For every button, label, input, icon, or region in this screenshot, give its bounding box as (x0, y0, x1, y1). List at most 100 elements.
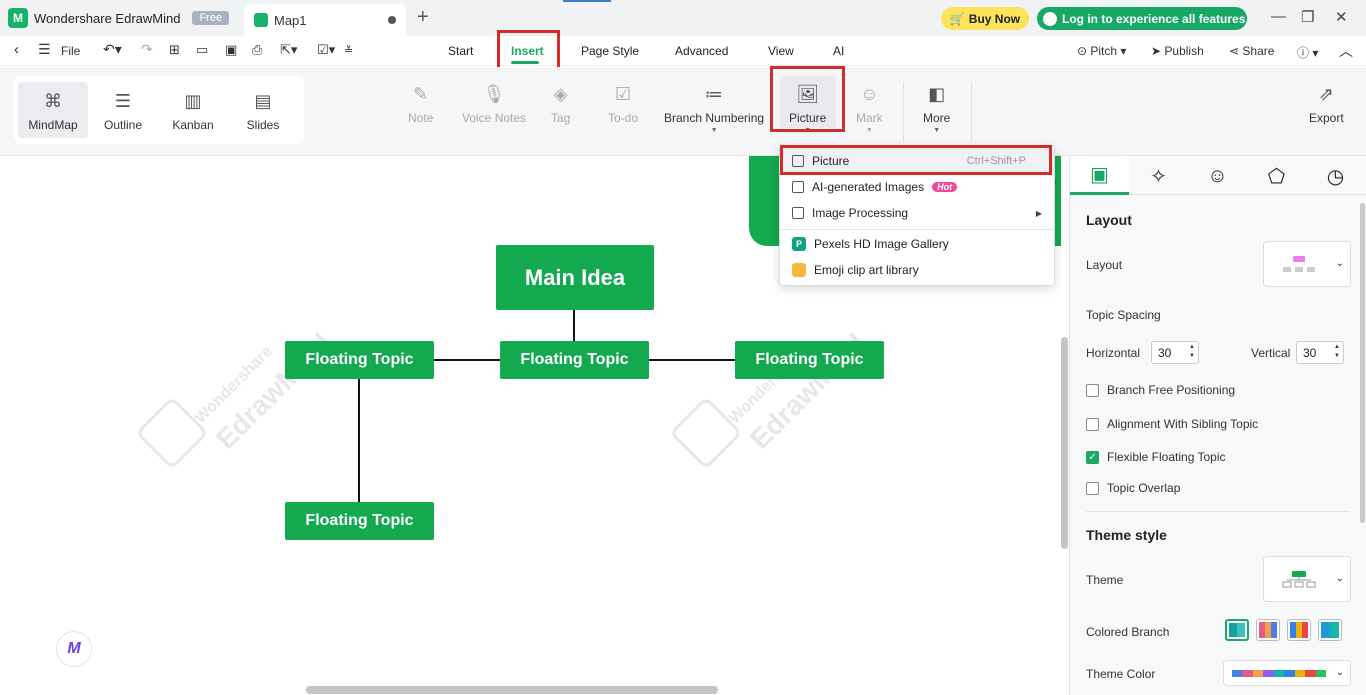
menu-item-ai-images[interactable]: AI-generated Images Hot (780, 174, 1054, 200)
vertical-spacing-input[interactable]: 30 ▲ ▼ (1296, 341, 1344, 364)
colored-branch-option[interactable] (1225, 619, 1249, 641)
hamburger-menu-icon[interactable]: ☰ (38, 41, 51, 58)
tag-icon: ◈ (553, 84, 568, 104)
new-tab-plus-icon[interactable]: + (417, 6, 429, 29)
export-button[interactable]: ⇗ Export (1309, 85, 1344, 125)
menu-item-emoji[interactable]: Emoji clip art library (780, 257, 1054, 283)
theme-color-chip (1273, 670, 1285, 677)
document-tab[interactable]: Map1 (244, 4, 406, 36)
publish-button[interactable]: ➤ Publish (1151, 44, 1204, 58)
tab-ai-sparkle-icon[interactable]: ✧ (1129, 157, 1188, 195)
collapse-ribbon-icon[interactable]: ︿ (1339, 41, 1353, 61)
slides-icon: ▤ (254, 91, 272, 111)
customize-caret-icon[interactable]: ≚ (344, 44, 353, 57)
view-outline-button[interactable]: ☰ Outline (88, 82, 158, 138)
chevron-down-icon: ⌄ (1335, 258, 1344, 269)
unsaved-dot-icon[interactable] (388, 16, 396, 24)
floating-topic[interactable]: Floating Topic (735, 341, 884, 379)
save-icon[interactable]: ▣ (225, 42, 237, 58)
buy-now-button[interactable]: 🛒 Buy Now (941, 7, 1029, 30)
voice-notes-button[interactable]: 🎙 Voice Notes (462, 85, 526, 125)
redo-icon[interactable]: ↷ (141, 41, 153, 58)
menu-divider (780, 229, 1054, 230)
branch-free-checkbox[interactable]: Branch Free Positioning (1086, 383, 1235, 397)
theme-color-chip (1232, 670, 1243, 677)
branch-numbering-caret-icon[interactable]: ▼ (711, 127, 718, 134)
view-slides-button[interactable]: ▤ Slides (228, 82, 298, 138)
view-kanban-button[interactable]: ▥ Kanban (158, 82, 228, 138)
theme-color-chip (1305, 670, 1316, 677)
checkbox-box[interactable] (1086, 481, 1099, 495)
tab-page-style[interactable]: Page Style (581, 44, 639, 58)
horizontal-scrollbar[interactable] (306, 686, 718, 694)
back-arrow-icon[interactable]: ‹ (14, 41, 19, 58)
tab-clipart-icon[interactable]: ⬠ (1247, 157, 1306, 195)
open-folder-icon[interactable]: ▭ (196, 42, 208, 58)
horizontal-spacing-input[interactable]: 30 ▲ ▼ (1151, 341, 1199, 364)
spinner-arrows-icon[interactable]: ▲ ▼ (1334, 343, 1340, 361)
view-mindmap-button[interactable]: ⌘ MindMap (18, 82, 88, 138)
connector-line (573, 309, 575, 341)
menu-item-pexels[interactable]: P Pexels HD Image Gallery (780, 231, 1054, 257)
help-icon[interactable]: ⓘ ▾ (1297, 44, 1318, 61)
tab-mark-smiley-icon[interactable]: ☺ (1188, 157, 1247, 195)
undo-icon[interactable]: ↶▾ (103, 41, 122, 58)
ai-assistant-icon[interactable]: M (56, 631, 92, 667)
layout-select[interactable]: ⌄ (1263, 241, 1351, 287)
colored-branch-label: Colored Branch (1086, 625, 1170, 639)
minimize-icon[interactable]: — (1271, 8, 1286, 25)
close-icon[interactable]: ✕ (1335, 8, 1348, 26)
share-button[interactable]: ⋖ Share (1229, 44, 1274, 58)
tab-history-clock-icon[interactable]: ◷ (1306, 157, 1365, 195)
tab-start[interactable]: Start (448, 44, 473, 58)
branch-numbering-button[interactable]: ≔ Branch Numbering ▼ (664, 85, 764, 134)
theme-select[interactable]: ⌄ (1263, 556, 1351, 602)
flexible-floating-checkbox[interactable]: ✓ Flexible Floating Topic (1086, 450, 1226, 464)
note-label: Note (408, 111, 434, 125)
print-icon[interactable]: ⎙ (252, 42, 262, 58)
mark-caret-icon[interactable]: ▼ (866, 127, 873, 134)
floating-topic[interactable]: Floating Topic (500, 341, 649, 379)
tag-button[interactable]: ◈ Tag (551, 85, 570, 125)
alignment-sibling-checkbox[interactable]: Alignment With Sibling Topic (1086, 417, 1258, 431)
more-button[interactable]: ◧ More ▼ (923, 85, 950, 134)
spinner-arrows-icon[interactable]: ▲ ▼ (1189, 343, 1195, 361)
colored-branch-option[interactable] (1287, 619, 1311, 641)
theme-color-select[interactable]: ⌄ (1223, 660, 1351, 686)
tab-ai[interactable]: AI (833, 44, 844, 58)
mindmap-icon: ⌘ (44, 91, 62, 111)
floating-topic[interactable]: Floating Topic (285, 341, 434, 379)
checkbox-box[interactable] (1086, 383, 1099, 397)
tab-view[interactable]: View (768, 44, 794, 58)
tab-advanced[interactable]: Advanced (675, 44, 728, 58)
voice-notes-label: Voice Notes (462, 111, 527, 125)
vertical-scrollbar[interactable] (1061, 337, 1068, 549)
tab-layout-icon[interactable]: ▣ (1070, 157, 1129, 195)
ribbon: ⌘ MindMap ☰ Outline ▥ Kanban ▤ Slides ✎ … (0, 67, 1366, 156)
colored-branch-option[interactable] (1318, 619, 1342, 641)
main-idea-topic[interactable]: Main Idea (496, 245, 654, 310)
new-file-icon[interactable]: ⊞ (169, 42, 180, 58)
mark-button[interactable]: ☺ Mark ▼ (856, 85, 883, 134)
more-caret-icon[interactable]: ▼ (933, 127, 940, 134)
note-button[interactable]: ✎ Note (408, 85, 433, 125)
restore-icon[interactable]: ❐ (1301, 8, 1314, 26)
theme-color-label: Theme Color (1086, 667, 1156, 681)
todo-button[interactable]: ☑ To-do (608, 85, 638, 125)
colored-branch-option[interactable] (1256, 619, 1280, 641)
smiley-icon: ☺ (860, 84, 879, 104)
connector-line (648, 359, 735, 361)
outline-icon: ☰ (114, 91, 132, 111)
login-button[interactable]: Log in to experience all features (1037, 7, 1247, 30)
topic-overlap-checkbox[interactable]: Topic Overlap (1086, 481, 1180, 495)
pitch-button[interactable]: ⊙ Pitch ▾ (1077, 44, 1126, 58)
export-menu-icon[interactable]: ⇱▾ (280, 42, 297, 58)
menu-item-image-processing[interactable]: Image Processing ▶ (780, 200, 1054, 226)
check-icon[interactable]: ☑▾ (317, 42, 335, 58)
app-tab[interactable]: M Wondershare EdrawMind Free (8, 6, 230, 30)
panel-scrollbar[interactable] (1360, 203, 1365, 523)
file-menu[interactable]: File (61, 44, 80, 58)
floating-topic[interactable]: Floating Topic (285, 502, 434, 540)
checkbox-box[interactable] (1086, 417, 1099, 431)
checkmark-icon[interactable]: ✓ (1086, 450, 1099, 464)
